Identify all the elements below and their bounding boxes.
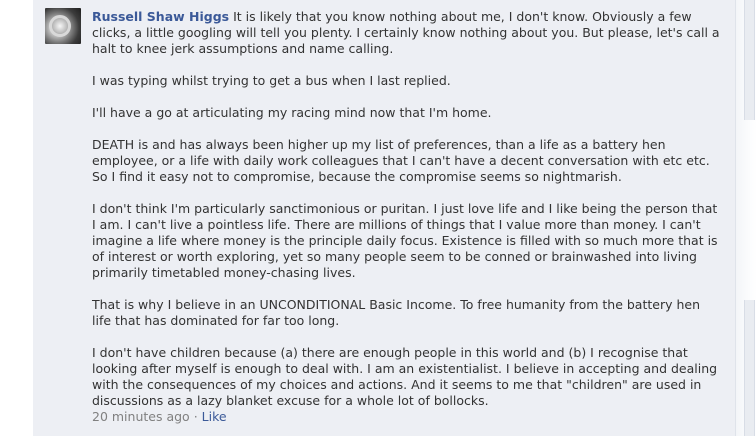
scrollbar-area[interactable]: [735, 0, 756, 436]
scrollbar-track[interactable]: [744, 0, 755, 120]
comment-paragraph: I'll have a go at articulating my racing…: [92, 105, 492, 120]
comment-paragraph: I was typing whilst trying to get a bus …: [92, 73, 451, 88]
comment-body: Russell Shaw Higgs It is likely that you…: [92, 9, 722, 425]
author-name-link[interactable]: Russell Shaw Higgs: [92, 9, 229, 24]
avatar[interactable]: [45, 8, 81, 44]
comment-paragraph: I don't think I'm particularly sanctimon…: [92, 201, 718, 280]
comment-paragraph: DEATH is and has always been higher up m…: [92, 137, 710, 184]
meta-separator: ·: [193, 409, 198, 424]
like-link[interactable]: Like: [202, 409, 227, 424]
comment-paragraph: I don't have children because (a) there …: [92, 345, 718, 408]
timestamp-link[interactable]: 20 minutes ago: [92, 409, 190, 424]
scrollbar-track[interactable]: [744, 300, 755, 436]
comment-meta: 20 minutes ago · Like: [92, 409, 722, 425]
comment-paragraph: That is why I believe in an UNCONDITIONA…: [92, 297, 700, 328]
comment-paragraph: Russell Shaw Higgs It is likely that you…: [92, 9, 722, 57]
avatar-photo-icon: [49, 15, 71, 37]
page: Russell Shaw Higgs It is likely that you…: [0, 0, 756, 436]
